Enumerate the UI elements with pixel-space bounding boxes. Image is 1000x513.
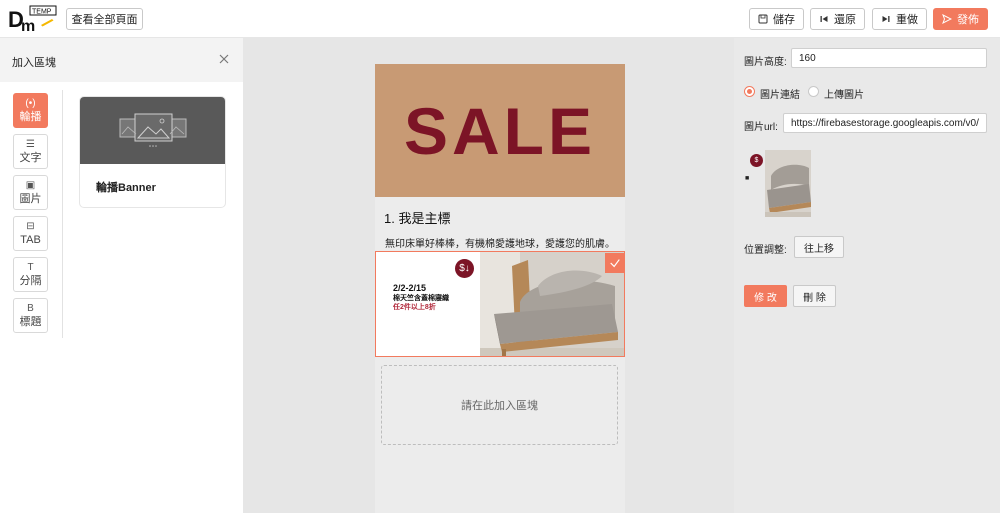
panel-divider <box>62 90 63 338</box>
undo-button[interactable]: 還原 <box>810 8 865 30</box>
publish-button[interactable]: 發佈 <box>933 8 988 30</box>
dropzone-label: 請在此加入區塊 <box>461 400 538 412</box>
logo-badge: TEMP <box>32 9 52 16</box>
carousel-banner-card[interactable]: 輪播Banner <box>79 96 226 208</box>
selected-check-icon <box>605 253 624 273</box>
position-label: 位置調整: <box>744 245 787 256</box>
top-bar: D m TEMP 查看全部頁面 儲存 還原 重做 發佈 <box>0 0 1000 38</box>
category-label: TAB <box>20 234 41 246</box>
redo-label: 重做 <box>896 14 918 26</box>
radio-upload-image[interactable] <box>808 86 819 97</box>
send-icon <box>942 14 952 24</box>
skip-forward-icon <box>882 16 890 22</box>
radio-image-link-label: 圖片連結 <box>760 90 800 101</box>
category-divider[interactable]: T 分隔 <box>13 257 48 292</box>
bold-icon: B <box>27 303 34 314</box>
redo-button[interactable]: 重做 <box>872 8 927 30</box>
skip-back-icon <box>820 16 828 22</box>
carousel-promo-panel: $↓ 2/2-2/15 棉天竺含蓋棉寢織 任2件以上8折 <box>376 252 480 356</box>
category-text[interactable]: ☰ 文字 <box>13 134 48 169</box>
app-logo[interactable]: D m TEMP <box>8 5 58 35</box>
undo-label: 還原 <box>834 14 856 26</box>
category-label: 輪播 <box>19 111 42 123</box>
image-url-label: 圖片url: <box>744 122 778 133</box>
category-label: 分隔 <box>19 275 42 287</box>
block-panel: 加入區塊 (•) 輪播 ☰ 文字 ▣ 圖片 ⊟ TAB T 分隔 B 標題 輪播… <box>0 38 243 513</box>
image-preview-thumbnail <box>765 150 811 217</box>
page-heading[interactable]: 1. 我是主標 <box>384 208 450 227</box>
category-image[interactable]: ▣ 圖片 <box>13 175 48 210</box>
delete-button[interactable]: 刪 除 <box>793 285 836 307</box>
text-lines-icon: ☰ <box>26 139 35 150</box>
tab-icon: ⊟ <box>26 221 35 232</box>
dollar-down-icon: $↓ <box>455 259 474 278</box>
bed-photo <box>480 252 624 356</box>
sale-text: SALE <box>403 93 597 168</box>
category-label: 標題 <box>19 316 42 328</box>
image-height-label: 圖片高度: <box>744 57 787 68</box>
radio-image-link[interactable] <box>744 86 755 97</box>
image-icon: ▣ <box>25 180 36 191</box>
image-url-input[interactable]: https://firebasestorage.googleapis.com/v… <box>783 113 987 133</box>
editor-canvas: SALE 1. 我是主標 無印床單好棒棒，有機棉愛護地球，愛護您的肌膚。 $↓ … <box>243 38 734 513</box>
save-label: 儲存 <box>773 14 795 26</box>
broadcast-icon: (•) <box>25 98 36 109</box>
category-carousel[interactable]: (•) 輪播 <box>13 93 48 128</box>
page-paragraph[interactable]: 無印床單好棒棒，有機棉愛護地球，愛護您的肌膚。 <box>385 235 615 250</box>
carousel-images-icon <box>119 113 187 147</box>
save-button[interactable]: 儲存 <box>749 8 804 30</box>
sale-banner[interactable]: SALE <box>375 64 625 197</box>
preview-marker: ■ <box>745 175 750 182</box>
radio-upload-image-label: 上傳圖片 <box>824 90 864 101</box>
block-panel-header: 加入區塊 <box>0 38 243 82</box>
carousel-banner-label: 輪播Banner <box>96 182 156 194</box>
image-height-input[interactable]: 160 <box>791 48 987 68</box>
publish-label: 發佈 <box>957 14 979 26</box>
move-up-button[interactable]: 往上移 <box>794 236 844 258</box>
carousel-preview <box>80 97 225 164</box>
promo-date: 2/2-2/15 <box>393 283 427 293</box>
category-heading[interactable]: B 標題 <box>13 298 48 333</box>
properties-panel: 圖片高度: 160 圖片連結 上傳圖片 圖片url: https://fireb… <box>734 38 1000 513</box>
category-label: 圖片 <box>19 193 42 205</box>
page-preview: SALE 1. 我是主標 無印床單好棒棒，有機棉愛護地球，愛護您的肌膚。 $↓ … <box>375 64 625 513</box>
view-all-pages-button[interactable]: 查看全部頁面 <box>66 8 143 30</box>
promo-discount: 任2件以上8折 <box>393 304 436 311</box>
block-panel-title: 加入區塊 <box>12 57 56 69</box>
carousel-block[interactable]: $↓ 2/2-2/15 棉天竺含蓋棉寢織 任2件以上8折 <box>375 251 625 357</box>
dollar-down-icon: $ <box>750 154 763 167</box>
add-block-dropzone[interactable]: 請在此加入區塊 <box>381 365 618 445</box>
save-icon <box>758 14 768 24</box>
modify-button[interactable]: 修 改 <box>744 285 787 307</box>
svg-text:m: m <box>21 18 35 33</box>
close-icon[interactable] <box>218 53 230 65</box>
category-label: 文字 <box>19 152 42 164</box>
divider-icon: T <box>27 262 34 273</box>
category-tab[interactable]: ⊟ TAB <box>13 216 48 251</box>
